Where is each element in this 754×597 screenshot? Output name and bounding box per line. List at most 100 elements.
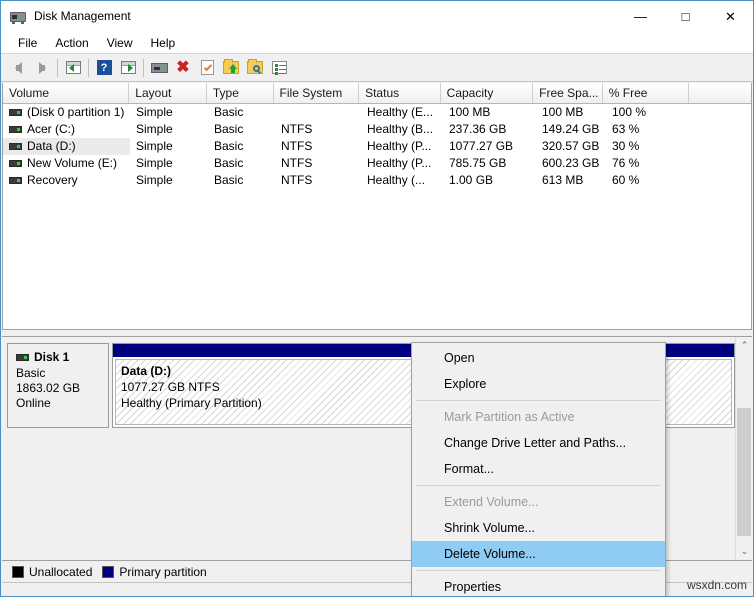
attach-vhd-button[interactable] [243,56,267,80]
context-menu-item-shrink-volume[interactable]: Shrink Volume... [412,515,665,541]
table-row[interactable]: Recovery Simple Basic NTFS Healthy (... … [3,172,751,189]
close-button[interactable]: ✕ [708,1,753,32]
column-header-capacity[interactable]: Capacity [441,83,534,103]
disk-pane-scrollbar[interactable]: ⌃ ⌄ [735,337,752,560]
scrollbar-thumb[interactable] [737,408,751,536]
maximize-button[interactable]: □ [663,1,708,32]
maximize-icon: □ [682,10,690,23]
table-row-selected[interactable]: Data (D:) Simple Basic NTFS Healthy (P..… [3,138,751,155]
cell-volume: Data (D:) [3,138,130,155]
cell-volume: Acer (C:) [3,121,130,138]
column-header-free-space[interactable]: Free Spa... [533,83,603,103]
cell-free-space: 100 MB [536,104,606,121]
table-row[interactable]: (Disk 0 partition 1) Simple Basic Health… [3,104,751,121]
scroll-up-button[interactable]: ⌃ [736,337,752,354]
cell-status: Healthy (P... [361,155,443,172]
column-header-volume[interactable]: Volume [3,83,129,103]
legend-label-primary-partition: Primary partition [119,565,206,579]
cell-capacity: 237.36 GB [443,121,536,138]
cell-file-system: NTFS [275,138,361,155]
column-header-spacer[interactable] [689,83,751,103]
help-button[interactable]: ? [92,56,116,80]
delete-button[interactable]: ✖ [171,56,195,80]
menu-action[interactable]: Action [46,34,97,52]
toolbar-separator [88,59,89,77]
table-row[interactable]: New Volume (E:) Simple Basic NTFS Health… [3,155,751,172]
disk-kind: Basic [16,366,102,381]
create-vhd-icon [223,61,239,74]
context-menu-item-properties[interactable]: Properties [412,574,665,597]
cell-percent-free: 63 % [606,121,693,138]
volume-icon [9,143,22,150]
chevron-down-icon: ⌄ [741,546,749,557]
volume-list-header: Volume Layout Type File System Status Ca… [3,83,751,104]
cell-layout: Simple [130,172,208,189]
cell-status: Healthy (P... [361,138,443,155]
show-hide-action-pane-icon [121,61,136,74]
disk-title: Disk 1 [16,350,102,364]
forward-button[interactable] [30,56,54,80]
cell-percent-free: 30 % [606,138,693,155]
volume-icon [9,126,22,133]
cell-type: Basic [208,104,275,121]
back-button[interactable] [6,56,30,80]
minimize-button[interactable]: — [618,1,663,32]
menu-help[interactable]: Help [142,34,185,52]
context-menu: Open Explore Mark Partition as Active Ch… [411,342,666,597]
help-icon: ? [97,60,112,75]
cell-capacity: 785.75 GB [443,155,536,172]
chevron-up-icon: ⌃ [741,340,749,351]
properties-drive-icon [151,63,168,73]
column-header-file-system[interactable]: File System [274,83,360,103]
cell-free-space: 613 MB [536,172,606,189]
disk-management-window: Disk Management — □ ✕ File Action View H… [0,0,754,597]
cell-capacity: 1077.27 GB [443,138,536,155]
disk-icon [16,354,29,361]
cell-volume-label: Data (D:) [27,138,76,155]
cell-layout: Simple [130,155,208,172]
context-menu-item-delete-volume[interactable]: Delete Volume... [412,541,665,567]
context-menu-separator [416,485,661,486]
window-controls: — □ ✕ [618,1,753,32]
cell-file-system: NTFS [275,155,361,172]
disk-drive-icon [10,9,26,25]
column-header-status[interactable]: Status [359,83,441,103]
show-hide-action-pane-button[interactable] [116,56,140,80]
disk-info-box[interactable]: Disk 1 Basic 1863.02 GB Online [7,343,109,428]
pane-splitter[interactable] [2,329,752,336]
back-arrow-icon [15,62,22,74]
toolbar-separator [57,59,58,77]
list-view-button[interactable] [267,56,291,80]
context-menu-item-format[interactable]: Format... [412,456,665,482]
cell-status: Healthy (... [361,172,443,189]
cell-percent-free: 60 % [606,172,693,189]
context-menu-item-open[interactable]: Open [412,345,665,371]
menu-file[interactable]: File [9,34,46,52]
delete-icon: ✖ [176,60,189,76]
cell-percent-free: 100 % [606,104,693,121]
create-vhd-button[interactable] [219,56,243,80]
cell-volume: New Volume (E:) [3,155,130,172]
context-menu-item-change-drive-letter-and-paths[interactable]: Change Drive Letter and Paths... [412,430,665,456]
context-menu-separator [416,570,661,571]
context-menu-item-explore[interactable]: Explore [412,371,665,397]
disk-state: Online [16,396,102,411]
disk-name: Disk 1 [34,350,69,364]
column-header-percent-free[interactable]: % Free [603,83,690,103]
table-row[interactable]: Acer (C:) Simple Basic NTFS Healthy (B..… [3,121,751,138]
properties-button[interactable] [147,56,171,80]
column-header-layout[interactable]: Layout [129,83,207,103]
legend-item-primary-partition: Primary partition [102,565,206,579]
cell-type: Basic [208,138,275,155]
cell-capacity: 1.00 GB [443,172,536,189]
show-hide-console-tree-button[interactable] [61,56,85,80]
rescan-disks-button[interactable] [195,56,219,80]
menu-view[interactable]: View [98,34,142,52]
title-bar: Disk Management — □ ✕ [1,1,753,32]
cell-percent-free: 76 % [606,155,693,172]
cell-free-space: 600.23 GB [536,155,606,172]
rescan-disks-icon [201,60,214,75]
column-header-type[interactable]: Type [207,83,274,103]
scroll-down-button[interactable]: ⌄ [736,543,752,560]
toolbar: ? ✖ [1,54,753,82]
